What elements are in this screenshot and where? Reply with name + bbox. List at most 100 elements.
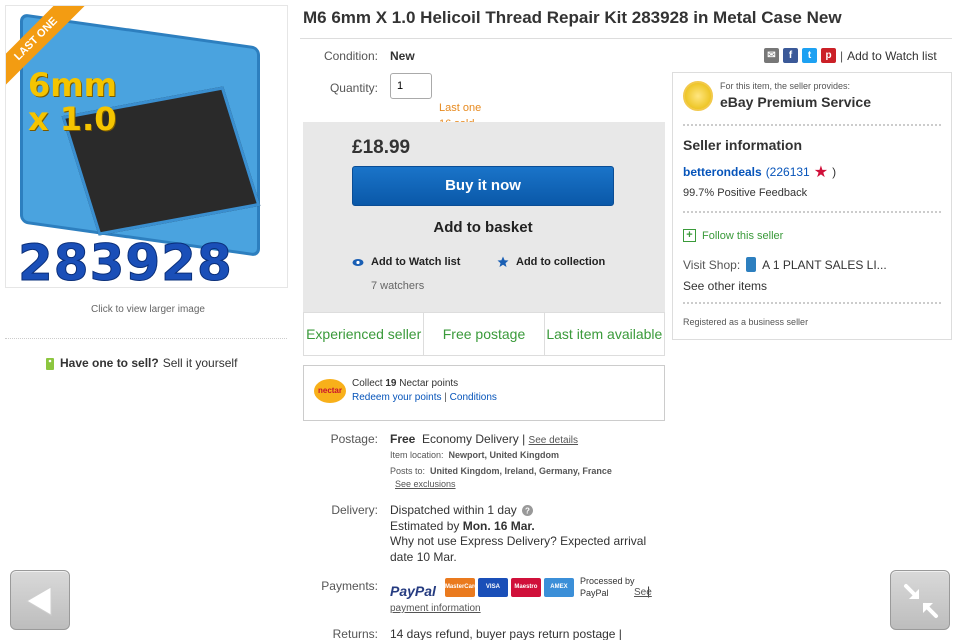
help-icon[interactable]: ?	[521, 505, 533, 517]
amex-icon: AMEX	[543, 577, 574, 597]
nectar-box: nectar Collect 19 Nectar points Redeem y…	[303, 365, 665, 421]
follow-seller-label: Follow this seller	[702, 229, 784, 242]
feature-experienced-seller: Experienced seller	[304, 313, 425, 355]
condition-value: New	[390, 49, 415, 63]
positive-feedback: 99.7% Positive Feedback	[683, 187, 808, 199]
seller-name-link[interactable]: betterondeals	[683, 165, 762, 179]
estimated-pre: Estimated by	[390, 518, 460, 533]
delivery-details: Dispatched within 1 day ? Estimated by M…	[390, 503, 660, 565]
returns-text: 14 days refund, buyer pays return postag…	[390, 627, 622, 640]
svg-text:?: ?	[525, 507, 530, 516]
see-payment-link[interactable]: See	[634, 587, 652, 598]
seller-name-row: betterondeals (226131 ★ )	[683, 162, 836, 182]
have-one-question: Have one to sell?	[60, 356, 159, 370]
collapse-button[interactable]	[890, 570, 950, 630]
add-to-watch-list-link[interactable]: Add to Watch list	[847, 49, 937, 63]
payment-methods: PayPal MasterCard VISA Maestro AMEX Proc…	[390, 575, 650, 599]
collection-label: Add to collection	[516, 256, 606, 268]
divider	[683, 302, 941, 304]
premium-service-title: eBay Premium Service	[720, 94, 871, 110]
nectar-logo: nectar	[314, 379, 346, 403]
conditions-link[interactable]: Conditions	[450, 392, 497, 403]
nectar-collect-post: Nectar points	[399, 378, 459, 389]
follow-seller-button[interactable]: + Follow this seller	[683, 229, 783, 242]
pinterest-icon[interactable]: p	[821, 48, 836, 63]
express-delivery-link[interactable]: Express Delivery	[460, 534, 550, 548]
price: £18.99	[352, 137, 411, 158]
star-icon	[497, 256, 509, 267]
feature-badges: Experienced seller Free postage Last ite…	[303, 312, 665, 356]
sell-it-yourself-link[interactable]: Sell it yourself	[163, 356, 238, 370]
email-icon[interactable]: ✉	[764, 48, 779, 63]
watch-actions: Add to Watch list Add to collection	[352, 256, 652, 268]
premium-ribbon-icon	[683, 81, 713, 111]
divider	[683, 211, 941, 213]
condition-label: Condition:	[323, 49, 378, 63]
separator: |	[840, 48, 844, 63]
divider	[683, 124, 941, 126]
have-one-to-sell: Have one to sell? Sell it yourself	[44, 355, 237, 371]
shop-icon	[746, 257, 757, 272]
page-title: M6 6mm X 1.0 Helicoil Thread Repair Kit …	[303, 8, 842, 27]
plus-icon: +	[683, 229, 696, 242]
star-rating-icon: ★	[813, 164, 829, 181]
feature-free-postage: Free postage	[424, 313, 545, 355]
nectar-collect-text: Collect 19 Nectar points	[352, 378, 458, 389]
separator: |	[522, 432, 526, 446]
estimated-date: Mon. 16 Mar.	[462, 518, 535, 533]
payments-label: Payments:	[321, 579, 378, 593]
image-size-text: 6mm x 1.0	[28, 66, 117, 138]
postage-free: Free	[390, 432, 416, 446]
add-to-collection-button[interactable]: Add to collection	[497, 256, 605, 268]
back-arrow-icon	[26, 586, 52, 616]
watch-list-label: Add to Watch list	[371, 256, 461, 268]
price-tag-icon	[46, 358, 54, 370]
product-image[interactable]: 6mm x 1.0 283928 LAST ONE	[5, 5, 288, 288]
posts-to-value: United Kingdom, Ireland, Germany, France	[430, 466, 612, 476]
twitter-icon[interactable]: t	[802, 48, 817, 63]
payment-information-link[interactable]: payment information	[390, 603, 481, 614]
express-line: Why not use Express Delivery? Expected a…	[390, 534, 660, 565]
quantity-input[interactable]	[390, 73, 432, 99]
nectar-links: Redeem your points | Conditions	[352, 392, 497, 403]
posts-to-label: Posts to:	[390, 466, 426, 476]
collapse-arrows-icon	[904, 584, 938, 618]
visa-icon: VISA	[477, 577, 508, 597]
delivery-label: Delivery:	[331, 503, 378, 517]
dispatch-text: Dispatched within 1 day	[390, 503, 517, 517]
feedback-score-link[interactable]: (226131	[766, 165, 810, 179]
item-location-value: Newport, United Kingdom	[448, 450, 560, 460]
last-one-text: Last one	[439, 102, 482, 114]
posts-to: Posts to: United Kingdom, Ireland, Germa…	[390, 466, 612, 476]
express-pre: Why not use	[390, 534, 457, 548]
visit-shop-label: Visit Shop:	[683, 257, 741, 272]
see-other-items-link[interactable]: See other items	[683, 279, 767, 293]
click-larger-hint[interactable]: Click to view larger image	[0, 304, 296, 315]
postage-line: Free Economy Delivery | See details	[390, 432, 578, 446]
feature-last-item: Last item available	[546, 326, 663, 342]
maestro-icon: Maestro	[510, 577, 541, 597]
seller-info-heading: Seller information	[683, 137, 803, 153]
see-details-link[interactable]: See details	[529, 435, 578, 446]
add-to-watch-list-button[interactable]: Add to Watch list	[352, 256, 497, 268]
divider	[300, 38, 952, 39]
redeem-points-link[interactable]: Redeem your points	[352, 392, 442, 403]
back-button[interactable]	[10, 570, 70, 630]
mastercard-icon: MasterCard	[444, 577, 478, 597]
buy-it-now-button[interactable]: Buy it now	[352, 166, 614, 206]
returns-label: Returns:	[332, 627, 378, 640]
dispatch-line: Dispatched within 1 day ?	[390, 503, 660, 519]
eye-icon	[352, 258, 364, 266]
nectar-points: 19	[385, 378, 397, 389]
see-exclusions-link[interactable]: See exclusions	[395, 479, 456, 489]
watchers-count: 7 watchers	[371, 280, 425, 292]
paypal-logo: PayPal	[390, 583, 436, 599]
postage-service: Economy Delivery	[422, 432, 519, 446]
nectar-collect-pre: Collect	[352, 378, 383, 389]
postage-label: Postage:	[330, 432, 378, 446]
add-to-basket-button[interactable]: Add to basket	[352, 214, 614, 242]
facebook-icon[interactable]: f	[783, 48, 798, 63]
item-location-label: Item location:	[390, 450, 444, 460]
shop-name-link[interactable]: A 1 PLANT SALES LI...	[762, 258, 887, 272]
processed-by-paypal: Processed by PayPal	[579, 576, 635, 598]
